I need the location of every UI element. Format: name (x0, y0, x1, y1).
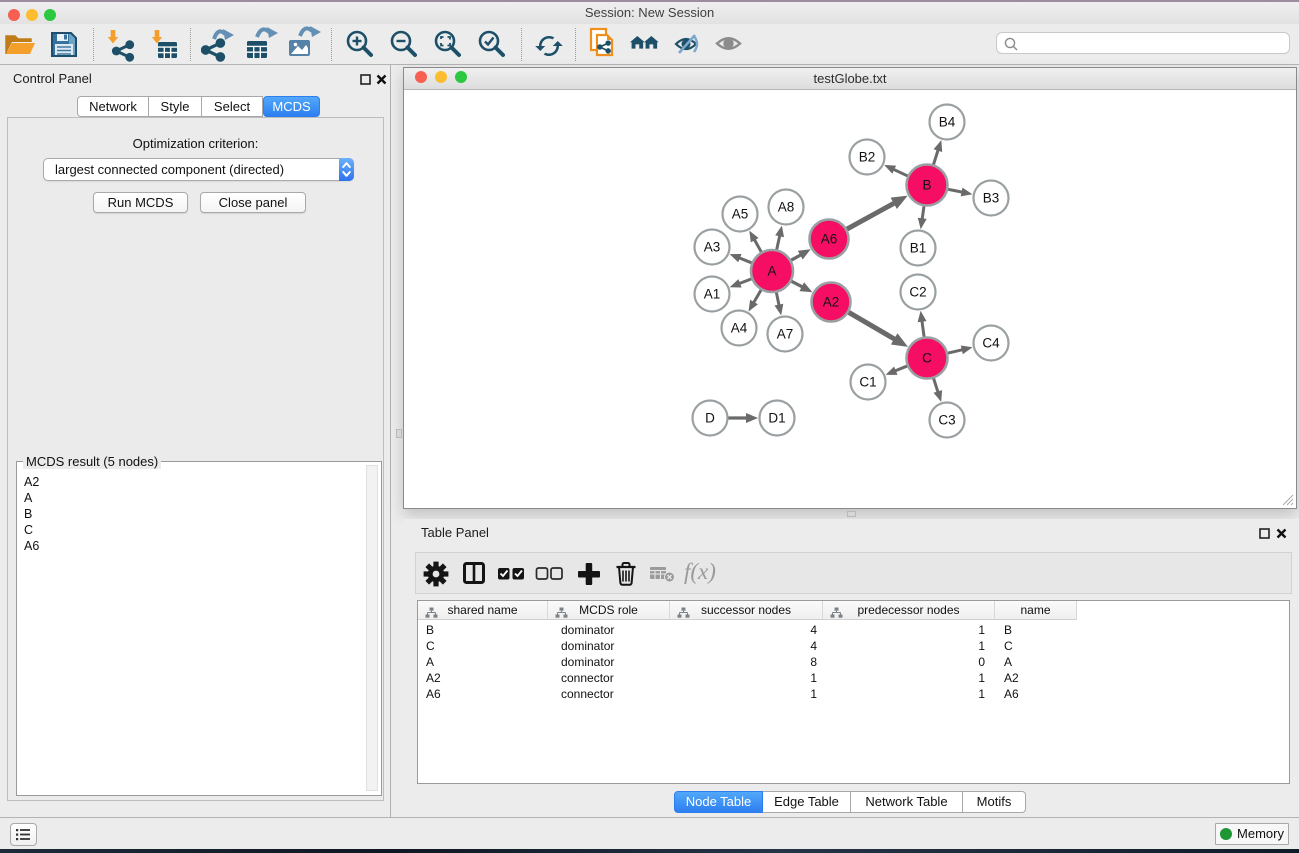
svg-text:C3: C3 (938, 413, 955, 428)
svg-text:D1: D1 (768, 411, 785, 426)
svg-text:A: A (767, 264, 776, 279)
svg-text:C4: C4 (982, 336, 1000, 351)
svg-text:A6: A6 (821, 232, 838, 247)
svg-text:A8: A8 (778, 200, 795, 215)
svg-text:B2: B2 (859, 150, 876, 165)
svg-text:A3: A3 (704, 240, 721, 255)
svg-text:A1: A1 (704, 287, 721, 302)
svg-text:B4: B4 (939, 115, 956, 130)
svg-text:B1: B1 (910, 241, 927, 256)
svg-text:A4: A4 (731, 321, 748, 336)
svg-text:C2: C2 (909, 285, 926, 300)
svg-text:A2: A2 (823, 295, 840, 310)
svg-text:D: D (705, 411, 715, 426)
svg-text:A5: A5 (732, 207, 749, 222)
svg-text:A7: A7 (777, 327, 794, 342)
svg-text:C: C (922, 351, 932, 366)
svg-text:B3: B3 (983, 191, 1000, 206)
svg-text:B: B (922, 178, 931, 193)
svg-text:C1: C1 (859, 375, 876, 390)
